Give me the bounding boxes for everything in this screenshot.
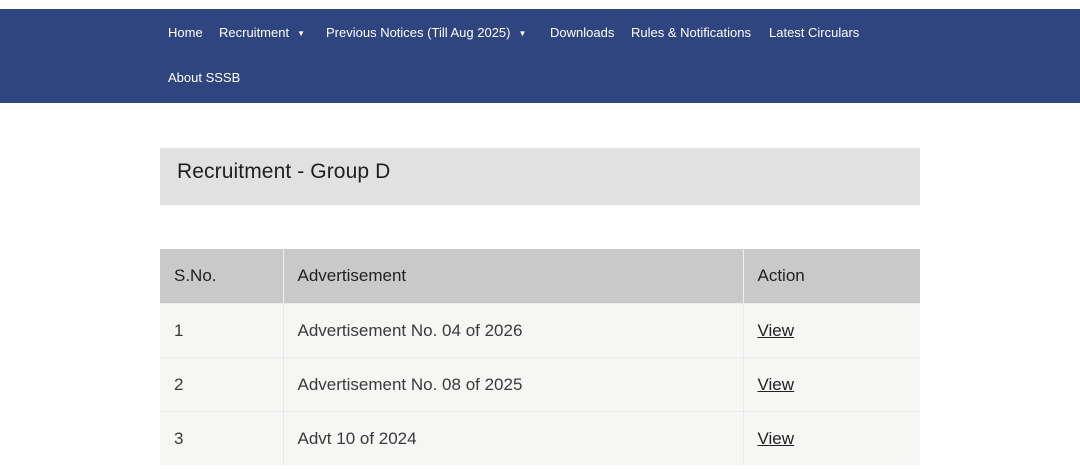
- page-title: Recruitment - Group D: [177, 160, 391, 183]
- page-heading-box: Recruitment - Group D: [160, 148, 920, 205]
- nav-latest-circulars-link[interactable]: Latest Circulars: [769, 25, 859, 40]
- nav-previous-notices-label: Previous Notices (Till Aug 2025): [326, 25, 511, 40]
- caret-down-icon: ▼: [518, 29, 527, 38]
- nav-recruitment-label: Recruitment: [219, 25, 290, 40]
- nav-home-link[interactable]: Home: [168, 25, 203, 40]
- cell-advertisement: Advertisement No. 04 of 2026: [283, 303, 744, 358]
- nav-downloads-link[interactable]: Downloads: [550, 25, 614, 40]
- cell-action: View: [743, 303, 920, 358]
- table-header-row: S.No. Advertisement Action: [160, 249, 920, 304]
- nav-previous-notices-menu[interactable]: Previous Notices (Till Aug 2025) ▼: [326, 25, 526, 40]
- cell-sno: 1: [160, 303, 284, 358]
- cell-action: View: [743, 357, 920, 412]
- view-link[interactable]: View: [758, 429, 795, 448]
- table-row: 3 Advt 10 of 2024 View: [160, 411, 920, 465]
- nav-rules-notifications-link[interactable]: Rules & Notifications: [631, 25, 751, 40]
- cell-advertisement: Advertisement No. 08 of 2025: [283, 357, 744, 412]
- nav-recruitment-menu[interactable]: Recruitment ▼: [219, 25, 305, 40]
- nav-about-sssb-link[interactable]: About SSSB: [168, 70, 240, 85]
- top-navigation: Home Recruitment ▼ Previous Notices (Till…: [0, 9, 1080, 103]
- table-row: 2 Advertisement No. 08 of 2025 View: [160, 357, 920, 412]
- column-header-sno: S.No.: [160, 249, 284, 304]
- advertisement-table: S.No. Advertisement Action 1 Advertiseme…: [160, 249, 920, 465]
- column-header-action: Action: [743, 249, 920, 304]
- cell-advertisement: Advt 10 of 2024: [283, 411, 744, 465]
- cell-sno: 3: [160, 411, 284, 465]
- column-header-advertisement: Advertisement: [283, 249, 744, 304]
- table-row: 1 Advertisement No. 04 of 2026 View: [160, 303, 920, 358]
- cell-sno: 2: [160, 357, 284, 412]
- view-link[interactable]: View: [758, 375, 795, 394]
- view-link[interactable]: View: [758, 321, 795, 340]
- cell-action: View: [743, 411, 920, 465]
- caret-down-icon: ▼: [297, 29, 305, 38]
